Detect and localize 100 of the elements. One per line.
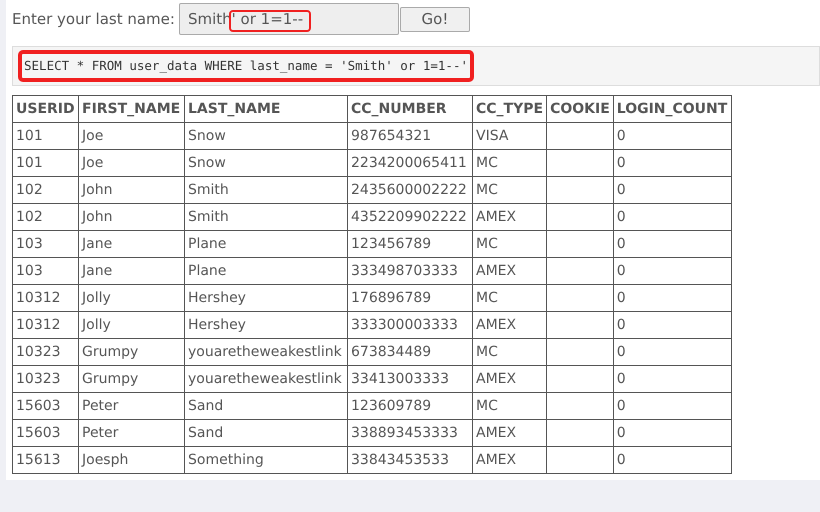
table-cell: AMEX <box>472 446 547 474</box>
table-cell: 0 <box>613 176 732 204</box>
table-cell <box>546 284 614 312</box>
table-cell: 0 <box>613 366 732 392</box>
table-cell: 10323 <box>12 338 78 366</box>
table-cell: 0 <box>613 420 732 446</box>
column-header: CC_TYPE <box>472 96 547 122</box>
table-cell: 102 <box>12 176 78 204</box>
table-cell: Snow <box>184 150 348 176</box>
table-cell: 101 <box>12 122 78 150</box>
table-cell <box>546 366 614 392</box>
table-cell: 0 <box>613 204 732 230</box>
table-cell <box>546 446 614 474</box>
table-cell: Grumpy <box>78 338 184 366</box>
table-cell: 0 <box>613 284 732 312</box>
table-cell: youaretheweakestlink <box>184 338 348 366</box>
table-cell: youaretheweakestlink <box>184 366 348 392</box>
table-cell <box>546 204 614 230</box>
column-header: FIRST_NAME <box>78 96 184 122</box>
table-cell: 103 <box>12 258 78 284</box>
table-cell: Joe <box>78 122 184 150</box>
table-cell: 15603 <box>12 392 78 420</box>
table-cell: Hershey <box>184 312 348 338</box>
table-cell: 15613 <box>12 446 78 474</box>
table-cell: 102 <box>12 204 78 230</box>
table-cell <box>546 122 614 150</box>
table-cell: 987654321 <box>348 122 472 150</box>
table-cell: Sand <box>184 392 348 420</box>
table-cell: Jolly <box>78 284 184 312</box>
table-cell: 0 <box>613 230 732 258</box>
table-cell: MC <box>472 284 547 312</box>
table-cell <box>546 420 614 446</box>
go-button[interactable]: Go! <box>400 6 470 32</box>
table-cell: 0 <box>613 312 732 338</box>
table-cell: Hershey <box>184 284 348 312</box>
table-cell: MC <box>472 176 547 204</box>
table-cell: 0 <box>613 258 732 284</box>
table-cell: 2435600002222 <box>348 176 472 204</box>
column-header: LOGIN_COUNT <box>613 96 732 122</box>
table-cell: AMEX <box>472 258 547 284</box>
table-cell: Jane <box>78 230 184 258</box>
table-cell: Smith <box>184 204 348 230</box>
table-cell: 0 <box>613 122 732 150</box>
table-cell: Joesph <box>78 446 184 474</box>
table-cell <box>546 392 614 420</box>
table-cell: Jane <box>78 258 184 284</box>
table-cell: Snow <box>184 122 348 150</box>
table-cell: Joe <box>78 150 184 176</box>
table-cell: Plane <box>184 258 348 284</box>
table-cell: Sand <box>184 420 348 446</box>
table-cell: 103 <box>12 230 78 258</box>
table-cell: AMEX <box>472 204 547 230</box>
column-header: USERID <box>12 96 78 122</box>
table-cell: Peter <box>78 420 184 446</box>
table-cell: 10323 <box>12 366 78 392</box>
table-cell: 333300003333 <box>348 312 472 338</box>
table-cell: MC <box>472 230 547 258</box>
table-cell: Jolly <box>78 312 184 338</box>
column-header: CC_NUMBER <box>348 96 472 122</box>
table-cell: 0 <box>613 446 732 474</box>
query-text: SELECT * FROM user_data WHERE last_name = 'Smith' or 1=1--' <box>18 50 474 82</box>
table-cell: 33843453533 <box>348 446 472 474</box>
table-cell: 33413003333 <box>348 366 472 392</box>
table-cell: 176896789 <box>348 284 472 312</box>
table-cell: MC <box>472 150 547 176</box>
table-cell <box>546 176 614 204</box>
table-cell: 123456789 <box>348 230 472 258</box>
table-cell <box>546 312 614 338</box>
table-cell: 10312 <box>12 284 78 312</box>
table-cell: AMEX <box>472 366 547 392</box>
table-cell: MC <box>472 338 547 366</box>
table-cell: 4352209902222 <box>348 204 472 230</box>
table-cell: 333498703333 <box>348 258 472 284</box>
field-label: Enter your last name: <box>12 8 175 30</box>
table-cell: 101 <box>12 150 78 176</box>
table-cell: 123609789 <box>348 392 472 420</box>
table-cell: John <box>78 204 184 230</box>
column-header: COOKIE <box>546 96 614 122</box>
table-cell: 0 <box>613 150 732 176</box>
column-header: LAST_NAME <box>184 96 348 122</box>
table-cell: Plane <box>184 230 348 258</box>
table-cell: 2234200065411 <box>348 150 472 176</box>
table-cell: Something <box>184 446 348 474</box>
table-cell: 0 <box>613 392 732 420</box>
table-cell <box>546 150 614 176</box>
table-cell <box>546 258 614 284</box>
table-cell: 10312 <box>12 312 78 338</box>
table-cell: Smith <box>184 176 348 204</box>
table-cell: VISA <box>472 122 547 150</box>
table-cell: MC <box>472 392 547 420</box>
table-cell: AMEX <box>472 312 547 338</box>
table-cell: AMEX <box>472 420 547 446</box>
table-cell: 15603 <box>12 420 78 446</box>
table-cell: 0 <box>613 338 732 366</box>
table-cell: Grumpy <box>78 366 184 392</box>
table-cell: John <box>78 176 184 204</box>
table-cell: 673834489 <box>348 338 472 366</box>
table-cell: Peter <box>78 392 184 420</box>
table-cell: 338893453333 <box>348 420 472 446</box>
table-cell <box>546 230 614 258</box>
